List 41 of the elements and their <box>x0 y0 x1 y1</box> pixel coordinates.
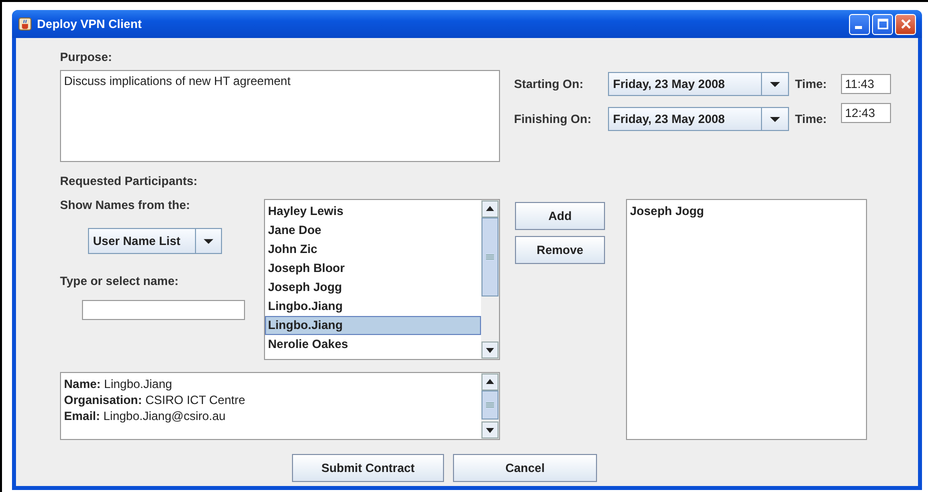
minimize-button[interactable] <box>849 14 870 34</box>
name-list-item[interactable]: John Zic <box>265 240 481 259</box>
detail-line: Email: Lingbo.Jiang@csiro.au <box>64 408 227 424</box>
maximize-button[interactable] <box>872 14 893 34</box>
remove-button[interactable]: Remove <box>515 236 605 264</box>
scrollbar[interactable] <box>481 373 499 439</box>
chosen-list-item[interactable]: Joseph Jogg <box>627 202 866 221</box>
close-button[interactable] <box>895 14 916 34</box>
window-title: Deploy VPN Client <box>37 17 142 31</box>
detail-line: Organisation: CSIRO ICT Centre <box>64 392 246 408</box>
cup-icon <box>18 17 32 31</box>
date-dropdown[interactable]: Friday, 23 May 2008 <box>608 107 789 131</box>
date-label: Starting On: <box>514 77 584 91</box>
purpose-label: Purpose: <box>60 50 114 64</box>
submit-button[interactable]: Submit Contract <box>292 454 444 482</box>
name-list-item[interactable]: Jane Doe <box>265 221 481 240</box>
time-label: Time: <box>795 112 828 126</box>
date-label: Finishing On: <box>514 112 592 126</box>
time-field[interactable]: 11:43 <box>841 74 891 94</box>
purpose-field[interactable]: Discuss implications of new HT agreement <box>60 70 500 162</box>
name-list-item[interactable]: Lingbo.Jiang <box>265 316 481 335</box>
name-list-item[interactable]: Hayley Lewis <box>265 202 481 221</box>
add-button[interactable]: Add <box>515 202 605 230</box>
date-dropdown[interactable]: Friday, 23 May 2008 <box>608 72 789 96</box>
participants-label: Requested Participants: <box>60 174 198 188</box>
source-dropdown[interactable]: User Name List <box>88 228 222 254</box>
name-list-item[interactable]: Joseph Jogg <box>265 278 481 297</box>
close-icon <box>900 18 912 30</box>
time-label: Time: <box>795 77 828 91</box>
cancel-button[interactable]: Cancel <box>453 454 597 482</box>
minimize-icon <box>854 26 862 28</box>
name-label: Type or select name: <box>60 274 180 288</box>
source-label: Show Names from the: <box>60 198 192 212</box>
name-list-item[interactable]: Nerolie Oakes <box>265 335 481 354</box>
name-list-item[interactable]: Lingbo.Jiang <box>265 297 481 316</box>
name-list-item[interactable]: Joseph Bloor <box>265 259 481 278</box>
scrollbar[interactable] <box>481 200 499 359</box>
maximize-icon <box>876 18 888 30</box>
time-field[interactable]: 12:43 <box>841 103 891 123</box>
name-field[interactable] <box>82 300 245 320</box>
detail-line: Name: Lingbo.Jiang <box>64 376 174 392</box>
